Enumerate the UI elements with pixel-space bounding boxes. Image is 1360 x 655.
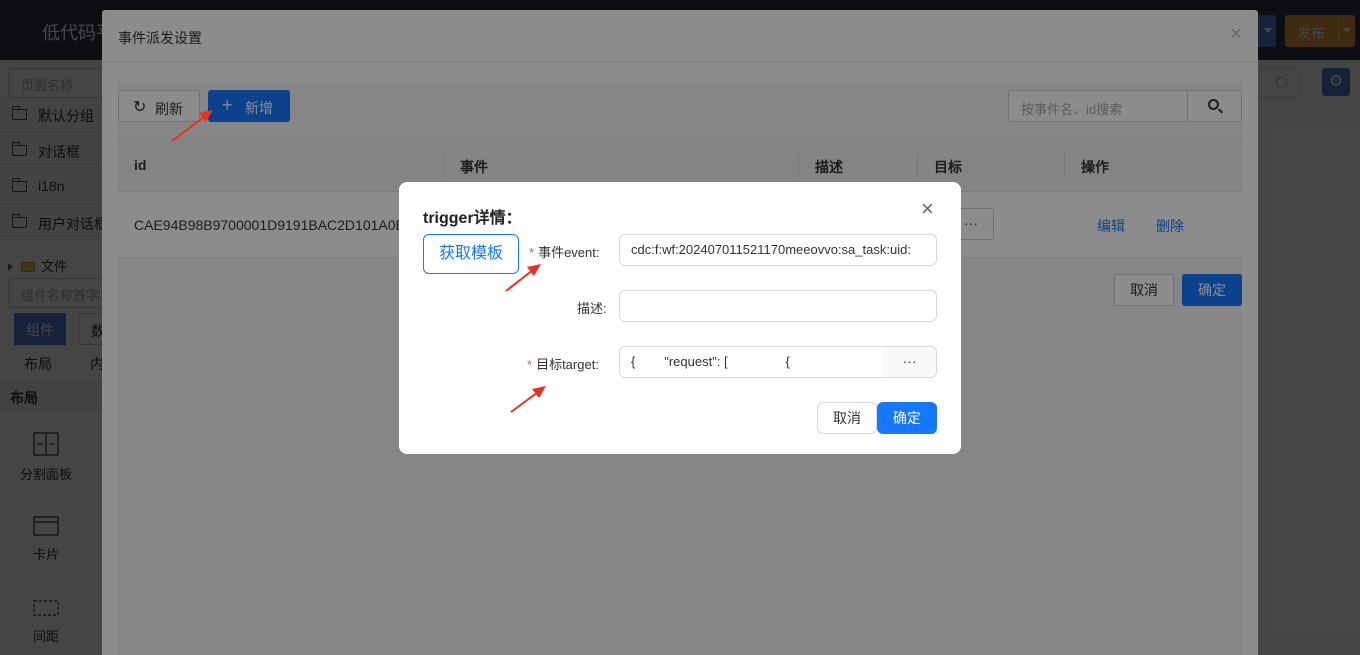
desc-field-label: 描述: — [577, 301, 607, 316]
event-field-label: * 事件event: — [529, 242, 599, 261]
target-input[interactable]: { "request": [ { — [619, 346, 884, 378]
event-input[interactable]: cdc:f:wf:202407011521170meeovvo:sa_task:… — [619, 234, 937, 266]
ok-button[interactable]: 确定 — [877, 402, 937, 434]
close-icon[interactable]: × — [921, 198, 934, 220]
cancel-button[interactable]: 取消 — [817, 402, 877, 434]
target-label-text: 目标target: — [536, 357, 599, 372]
target-more-button[interactable]: ··· — [883, 346, 937, 378]
required-mark: * — [527, 357, 533, 372]
target-field-label: * 目标target: — [527, 354, 599, 373]
required-mark: * — [529, 245, 535, 260]
get-template-button[interactable]: 获取模板 — [423, 234, 519, 274]
dialog-title: trigger详情： — [423, 210, 522, 227]
trigger-dialog: trigger详情： × 获取模板 * 事件event: cdc:f:wf:202… — [399, 182, 961, 454]
desc-input[interactable] — [619, 290, 937, 322]
event-label-text: 事件event: — [538, 245, 600, 260]
